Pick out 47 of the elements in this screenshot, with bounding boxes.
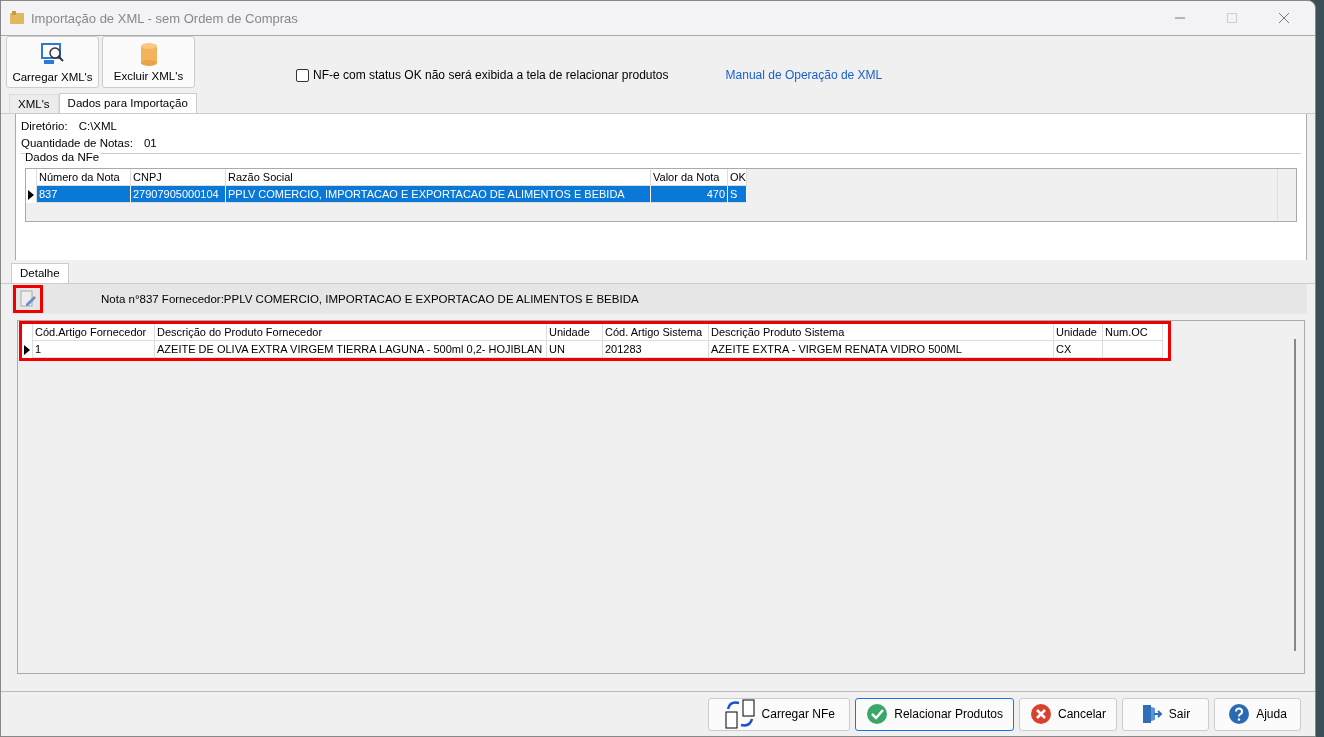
edit-document-icon[interactable]: [20, 290, 36, 308]
maximize-icon[interactable]: [1226, 12, 1238, 24]
window-title: Importação de XML - sem Ordem de Compras: [31, 10, 298, 26]
monitor-search-icon: [39, 41, 66, 67]
swap-documents-icon: [723, 698, 756, 730]
table-cell: UN: [547, 341, 603, 358]
action-button[interactable]: Cancelar: [1018, 697, 1117, 731]
scrollbar[interactable]: [1294, 339, 1296, 651]
detail-caption: Nota n°837 Fornecedor:PPLV COMERCIO, IMPORTACAO E EXPORTACAO DE ALIMENTOS E BEBIDA: [101, 293, 639, 305]
table-cell: 1: [33, 341, 155, 358]
exit-door-icon: [1140, 703, 1163, 725]
table-cell: [1103, 341, 1163, 358]
help-icon: [1228, 703, 1251, 725]
table-cell: 837: [37, 186, 131, 203]
action-button[interactable]: Sair: [1122, 697, 1209, 731]
group-title: Dados da NFe: [25, 151, 102, 163]
table-cell: 27907905000104: [131, 186, 226, 203]
field-label: Diretório:: [21, 120, 68, 134]
table-row[interactable]: 1 AZEITE DE OLIVA EXTRA VIRGEM TIERRA LAGUNA - 500ml 0,2- HOJIBLAN UN 201283 AZEITE EXTRA - VIRGEM RENATA VIDRO 500ML CX: [22, 341, 1168, 358]
table-cell: 201283: [603, 341, 709, 358]
table-cell: CX: [1054, 341, 1103, 358]
toolbar-button[interactable]: Excluir XML's: [102, 36, 195, 88]
table-cell: S: [728, 186, 747, 203]
field-value: C:\XML: [78, 120, 117, 134]
row-pointer-icon: [24, 344, 30, 355]
table-cell: AZEITE DE OLIVA EXTRA VIRGEM TIERRA LAGUNA - 500ml 0,2- HOJIBLAN: [155, 341, 547, 358]
field-label: Quantidade de Notas:: [21, 137, 133, 151]
folder-icon: [9, 10, 25, 26]
database-icon: [138, 42, 159, 66]
table-cell: AZEITE EXTRA - VIRGEM RENATA VIDRO 500ML: [709, 341, 1054, 358]
tab[interactable]: Dados para Importação: [58, 93, 197, 113]
table-cell: 470: [651, 186, 728, 203]
action-button[interactable]: Relacionar Produtos: [855, 697, 1014, 731]
cancel-icon: [1029, 703, 1052, 725]
status-ok-checkbox[interactable]: NF-e com status OK não será exibida a tela de relacionar produtos: [296, 68, 669, 82]
checkmark-icon: [866, 703, 889, 725]
close-icon[interactable]: [1278, 12, 1290, 24]
tab[interactable]: Detalhe: [11, 263, 69, 283]
toolbar-button[interactable]: Carregar XML's: [6, 36, 99, 88]
manual-link[interactable]: Manual de Operação de XML: [725, 68, 883, 82]
row-pointer-icon: [28, 189, 34, 200]
field-value: 01: [143, 137, 157, 151]
tab[interactable]: XML's: [9, 94, 59, 113]
table-row[interactable]: 837 27907905000104 PPLV COMERCIO, IMPORTACAO E EXPORTACAO DE ALIMENTOS E BEBIDA 470 S: [26, 186, 747, 203]
table-cell: PPLV COMERCIO, IMPORTACAO E EXPORTACAO DE ALIMENTOS E BEBIDA: [226, 186, 651, 203]
action-button[interactable]: Carregar NFe: [708, 697, 851, 731]
action-button[interactable]: Ajuda: [1214, 697, 1301, 731]
